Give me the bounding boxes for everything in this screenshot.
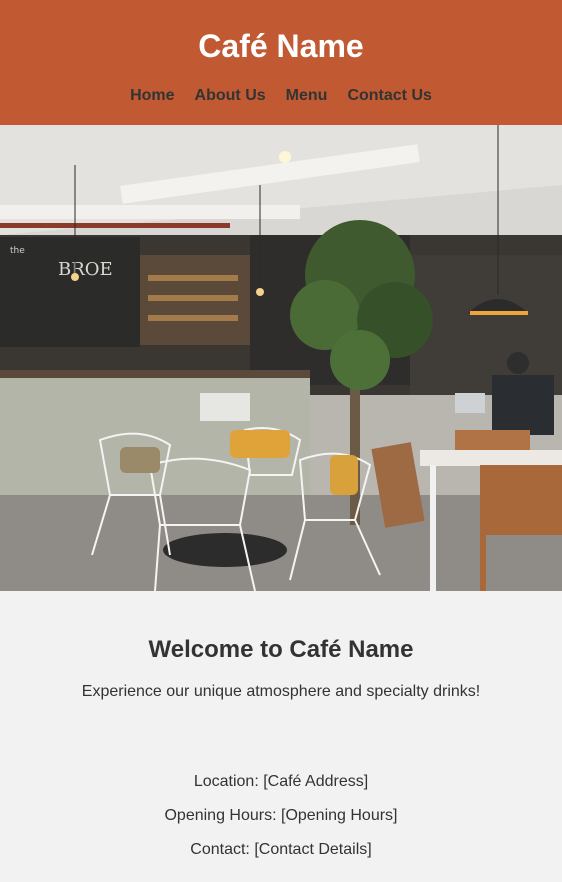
opening-hours-text: Opening Hours: [Opening Hours] [164, 807, 398, 824]
contact-text: Contact: [Contact Details] [190, 841, 372, 858]
main-nav: Home About Us Menu Contact Us [0, 86, 562, 106]
svg-text:BROE: BROE [58, 259, 113, 280]
nav-contact-us[interactable]: Contact Us [337, 86, 441, 106]
site-header: Café Name Home About Us Menu Contact Us [0, 0, 562, 125]
nav-menu[interactable]: Menu [276, 86, 338, 106]
hero-image: the BROE [0, 125, 562, 591]
nav-home[interactable]: Home [120, 86, 184, 106]
welcome-text: Experience our unique atmosphere and spe… [81, 683, 481, 700]
svg-text:the: the [10, 246, 25, 256]
nav-about-us[interactable]: About Us [185, 86, 276, 106]
cafe-interior-photo: the BROE [0, 125, 562, 591]
welcome-title: Welcome to Café Name [148, 636, 414, 663]
location-text: Location: [Café Address] [193, 773, 369, 790]
site-title: Café Name [198, 28, 364, 64]
